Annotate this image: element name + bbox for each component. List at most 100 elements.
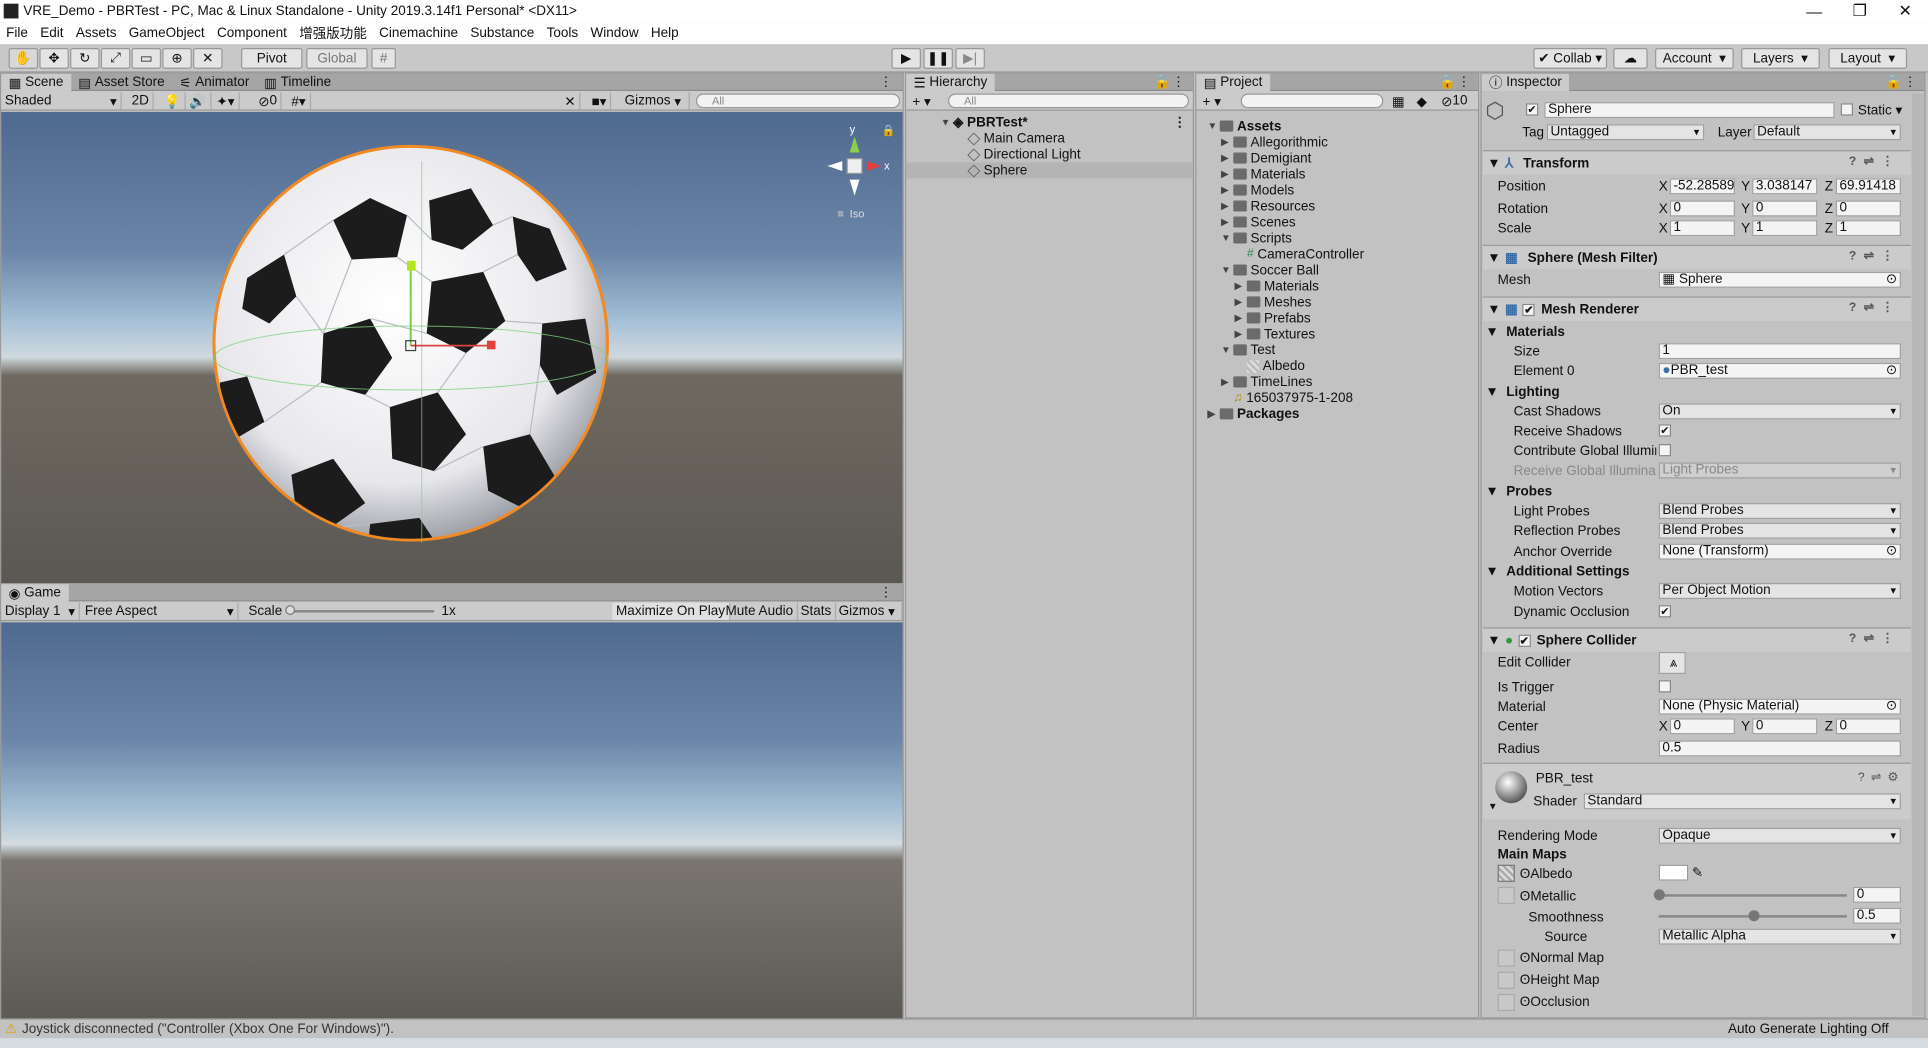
foldout-arrow-icon[interactable]: ▼: [1221, 264, 1233, 275]
menu-enhanced[interactable]: 增强版功能: [293, 23, 373, 43]
play-button[interactable]: ▶: [891, 47, 921, 69]
foldout-arrow-icon[interactable]: ▶: [1235, 328, 1247, 339]
menu-cinemachine[interactable]: Cinemachine: [373, 26, 464, 41]
inspector-scrollbar[interactable]: [1912, 93, 1925, 1016]
position-z-field[interactable]: 69.91418: [1835, 178, 1901, 195]
menu-edit[interactable]: Edit: [34, 26, 70, 41]
menu-gameobject[interactable]: GameObject: [123, 26, 211, 41]
project-menu-icon[interactable]: ⋮: [1457, 74, 1471, 90]
position-x-field[interactable]: -52.28589: [1669, 178, 1735, 195]
stats-toggle[interactable]: Stats: [797, 602, 837, 620]
axis-label[interactable]: Y: [1741, 720, 1750, 735]
collider-material-field[interactable]: None (Physic Material) ⊙: [1658, 698, 1901, 715]
axis-label[interactable]: X: [1659, 180, 1668, 195]
hierarchy-item-main-camera[interactable]: Main Camera: [967, 130, 1065, 146]
cast-shadows-dropdown[interactable]: On: [1658, 403, 1901, 420]
center-y-field[interactable]: 0: [1752, 718, 1818, 735]
scale-y-field[interactable]: 1: [1752, 220, 1818, 237]
foldout-arrow-icon[interactable]: ▶: [1235, 312, 1247, 323]
height-map-texture-slot[interactable]: [1497, 971, 1515, 989]
occlusion-texture-slot[interactable]: [1497, 993, 1515, 1012]
transform-header[interactable]: ▼ ⅄ Transform ?⇌⋮: [1482, 150, 1911, 175]
component-tools-icon[interactable]: ?⇌⋮: [1849, 155, 1901, 169]
inspector-menu-icon[interactable]: ⋮: [1903, 74, 1917, 90]
snap-icon[interactable]: #: [371, 47, 396, 69]
layer-dropdown[interactable]: Default: [1753, 124, 1901, 141]
axis-label[interactable]: Z: [1825, 221, 1833, 236]
game-viewport[interactable]: [1, 622, 903, 1019]
tools-icon[interactable]: ✕: [561, 92, 581, 110]
foldout-arrow-icon[interactable]: ▶: [1221, 137, 1233, 148]
project-create-button[interactable]: + ▾: [1199, 92, 1225, 109]
audio-toggle-icon[interactable]: 🔊: [186, 92, 212, 110]
grid-toggle-icon[interactable]: #▾: [288, 92, 311, 110]
receive-shadows-checkbox[interactable]: ✔: [1658, 424, 1672, 437]
menu-file[interactable]: File: [0, 26, 34, 41]
tab-project[interactable]: ▤ Project: [1196, 73, 1270, 92]
position-y-field[interactable]: 3.038147: [1752, 178, 1818, 195]
global-button[interactable]: Global: [306, 47, 368, 69]
source-dropdown[interactable]: Metallic Alpha: [1658, 928, 1901, 945]
light-probes-dropdown[interactable]: Blend Probes: [1658, 503, 1901, 520]
2d-toggle[interactable]: 2D: [128, 92, 154, 110]
object-picker-icon[interactable]: ⊙: [1886, 364, 1897, 378]
scene-menu-icon[interactable]: ⋮: [879, 74, 893, 90]
albedo-texture-slot[interactable]: [1497, 864, 1515, 882]
dynamic-occlusion-checkbox[interactable]: ✔: [1658, 605, 1672, 618]
mute-audio-toggle[interactable]: Mute Audio: [722, 602, 799, 620]
scene-menu-icon[interactable]: ⋮: [1173, 114, 1187, 131]
mesh-renderer-enabled-checkbox[interactable]: ✔: [1522, 303, 1536, 316]
game-gizmos-dropdown[interactable]: Gizmos ▾: [835, 602, 903, 620]
scene-viewport[interactable]: y x ≡ Iso 🔒: [1, 111, 903, 584]
motion-vectors-dropdown[interactable]: Per Object Motion: [1658, 583, 1901, 600]
tab-hierarchy[interactable]: ☰ Hierarchy: [906, 73, 995, 92]
material-foldout-icon[interactable]: ▼: [1488, 801, 1498, 812]
move-tool-icon[interactable]: ✥: [39, 47, 69, 69]
rotation-z-field[interactable]: 0: [1835, 200, 1901, 217]
mesh-field[interactable]: ▦ Sphere ⊙: [1658, 271, 1901, 288]
hidden-objects-toggle[interactable]: ⊘ 0: [255, 92, 283, 110]
scale-z-field[interactable]: 1: [1835, 220, 1901, 237]
camera-dropdown-icon[interactable]: ■▾: [588, 92, 612, 110]
account-dropdown[interactable]: Account ▾: [1655, 47, 1734, 69]
project-item-materials[interactable]: ▶ Materials: [1221, 166, 1305, 182]
maximize-on-play-toggle[interactable]: Maximize On Play: [612, 602, 730, 620]
axis-label[interactable]: Y: [1741, 202, 1750, 217]
menu-substance[interactable]: Substance: [464, 26, 540, 41]
metallic-slider-track[interactable]: [1658, 894, 1847, 897]
project-item-demigiant[interactable]: ▶ Demigiant: [1221, 150, 1311, 166]
pivot-button[interactable]: Pivot: [241, 47, 303, 69]
scale-thumb[interactable]: [285, 605, 296, 615]
project-item-packages[interactable]: ▶ Packages: [1207, 406, 1299, 422]
tab-timeline[interactable]: ▥ Timeline: [257, 74, 339, 91]
tab-animator[interactable]: ⚟ Animator: [172, 74, 257, 91]
axis-label[interactable]: Z: [1825, 720, 1833, 735]
project-item-allegorithmic[interactable]: ▶ Allegorithmic: [1221, 134, 1328, 150]
project-item-165037975-1-208[interactable]: ♫ 165037975-1-208: [1221, 390, 1353, 406]
object-picker-icon[interactable]: ⊙: [1886, 545, 1897, 559]
project-item-prefabs[interactable]: ▶ Prefabs: [1235, 310, 1311, 326]
hierarchy-lock-icon[interactable]: 🔒: [1154, 74, 1171, 90]
smoothness-value-field[interactable]: 0.5: [1853, 907, 1901, 924]
rotate-tool-icon[interactable]: ↻: [70, 47, 100, 69]
pause-button[interactable]: ❚❚: [923, 47, 953, 69]
project-item-meshes[interactable]: ▶ Meshes: [1235, 294, 1312, 310]
reflection-probes-dropdown[interactable]: Blend Probes: [1658, 522, 1901, 539]
element0-field[interactable]: ●PBR_test ⊙: [1658, 362, 1901, 379]
radius-field[interactable]: 0.5: [1658, 740, 1901, 757]
tab-scene[interactable]: ▦ Scene: [1, 73, 71, 92]
object-name-field[interactable]: Sphere: [1544, 102, 1835, 119]
smoothness-slider-thumb[interactable]: [1747, 910, 1759, 922]
close-icon[interactable]: ✕: [1883, 0, 1928, 22]
menu-tools[interactable]: Tools: [540, 26, 584, 41]
object-picker-icon[interactable]: ⊙: [1886, 273, 1897, 287]
materials-size-field[interactable]: 1: [1658, 343, 1901, 360]
hierarchy-scene-row[interactable]: ▼ ◈ PBRTest* ⋮: [941, 114, 1192, 130]
albedo-color-swatch[interactable]: [1658, 864, 1689, 881]
object-picker-icon[interactable]: ⊙: [1886, 700, 1897, 714]
inspector-lock-icon[interactable]: 🔒: [1885, 74, 1902, 90]
foldout-arrow-icon[interactable]: ▶: [1235, 280, 1247, 291]
center-z-field[interactable]: 0: [1835, 718, 1901, 735]
layers-dropdown[interactable]: Layers ▾: [1741, 47, 1820, 69]
status-message[interactable]: Joystick disconnected ("Controller (Xbox…: [22, 1022, 394, 1037]
